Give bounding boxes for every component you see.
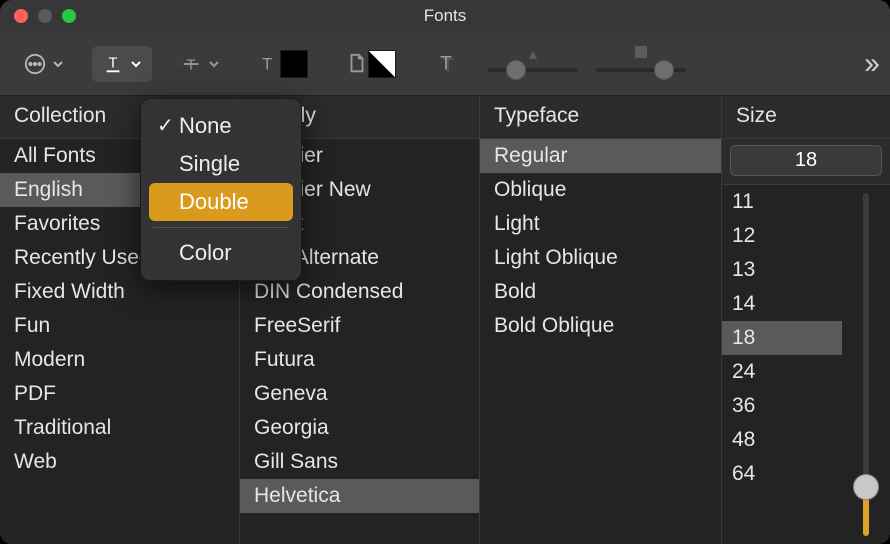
typeface-list[interactable]: RegularObliqueLightLight ObliqueBoldBold… xyxy=(480,139,721,544)
typeface-header: Typeface xyxy=(480,96,721,139)
square-mark-icon xyxy=(635,46,647,58)
underline-menu-button[interactable]: T xyxy=(92,46,152,82)
slider-knob[interactable] xyxy=(654,60,674,80)
chevron-down-icon xyxy=(208,58,220,70)
typeface-column: Typeface RegularObliqueLightLight Obliqu… xyxy=(480,96,722,544)
menu-separator xyxy=(153,227,289,228)
font-panel: Collection All FontsEnglishFavoritesRece… xyxy=(0,96,890,544)
document-color-swatch xyxy=(368,50,396,78)
size-item[interactable]: 18 xyxy=(722,321,842,355)
typeface-item[interactable]: Light Oblique xyxy=(480,241,721,275)
underline-icon: T xyxy=(102,53,124,75)
size-slider[interactable] xyxy=(842,185,890,544)
underline-dropdown-menu: NoneSingleDouble Color xyxy=(140,98,302,281)
chevron-down-icon xyxy=(52,58,64,70)
family-item[interactable]: FreeSerif xyxy=(240,309,479,343)
zoom-window-button[interactable] xyxy=(62,9,76,23)
collection-item[interactable]: PDF xyxy=(0,377,239,411)
fonts-window: Fonts T T T xyxy=(0,0,890,544)
ellipsis-circle-icon xyxy=(24,53,46,75)
typeface-item[interactable]: Light xyxy=(480,207,721,241)
family-item[interactable]: Helvetica xyxy=(240,479,479,513)
underline-menu-item[interactable]: None xyxy=(149,107,293,145)
shadow-blur-slider[interactable] xyxy=(596,46,686,82)
family-item[interactable]: Georgia xyxy=(240,411,479,445)
text-color-button[interactable]: T xyxy=(248,46,318,82)
collection-item[interactable]: Web xyxy=(0,445,239,479)
size-item[interactable]: 36 xyxy=(722,389,842,423)
size-item[interactable]: 48 xyxy=(722,423,842,457)
size-column: Size 111213141824364864 xyxy=(722,96,890,544)
shadow-opacity-slider[interactable]: ▲ xyxy=(488,46,578,82)
window-title: Fonts xyxy=(0,6,890,26)
underline-menu-color[interactable]: Color xyxy=(149,234,293,272)
typeface-item[interactable]: Regular xyxy=(480,139,721,173)
size-item[interactable]: 12 xyxy=(722,219,842,253)
toolbar: T T T T T xyxy=(0,32,890,96)
size-item[interactable]: 14 xyxy=(722,287,842,321)
slider-knob[interactable] xyxy=(853,474,879,500)
typeface-item[interactable]: Bold Oblique xyxy=(480,309,721,343)
toolbar-overflow-button[interactable]: ›› xyxy=(864,47,876,81)
actions-menu-button[interactable] xyxy=(14,46,74,82)
typeface-item[interactable]: Bold xyxy=(480,275,721,309)
slider-knob[interactable] xyxy=(506,60,526,80)
size-list[interactable]: 111213141824364864 xyxy=(722,185,842,544)
strikethrough-menu-button[interactable]: T xyxy=(170,46,230,82)
family-item[interactable]: Gill Sans xyxy=(240,445,479,479)
text-color-icon: T xyxy=(258,50,280,78)
close-window-button[interactable] xyxy=(14,9,28,23)
underline-menu-item[interactable]: Double xyxy=(149,183,293,221)
size-input[interactable] xyxy=(730,145,882,176)
window-controls xyxy=(0,9,76,23)
svg-text:T: T xyxy=(262,55,272,73)
typeface-item[interactable]: Oblique xyxy=(480,173,721,207)
size-header: Size xyxy=(722,96,890,139)
underline-menu-item[interactable]: Single xyxy=(149,145,293,183)
svg-text:T: T xyxy=(440,52,452,74)
family-item[interactable]: Futura xyxy=(240,343,479,377)
svg-text:T: T xyxy=(187,57,196,73)
triangle-mark-icon: ▲ xyxy=(526,46,540,62)
size-item[interactable]: 24 xyxy=(722,355,842,389)
text-shadow-icon: T T xyxy=(434,51,460,77)
strikethrough-icon: T xyxy=(180,53,202,75)
document-color-button[interactable] xyxy=(336,46,406,82)
document-icon xyxy=(346,50,368,78)
collection-item[interactable]: Traditional xyxy=(0,411,239,445)
size-item[interactable]: 64 xyxy=(722,457,842,491)
text-shadow-button[interactable]: T T xyxy=(424,46,470,82)
minimize-window-button[interactable] xyxy=(38,9,52,23)
titlebar: Fonts xyxy=(0,0,890,32)
collection-item[interactable]: Fun xyxy=(0,309,239,343)
text-color-swatch xyxy=(280,50,308,78)
size-item[interactable]: 13 xyxy=(722,253,842,287)
collection-item[interactable]: Modern xyxy=(0,343,239,377)
chevron-down-icon xyxy=(130,58,142,70)
size-item[interactable]: 11 xyxy=(722,185,842,219)
svg-text:T: T xyxy=(109,55,118,71)
family-item[interactable]: Geneva xyxy=(240,377,479,411)
